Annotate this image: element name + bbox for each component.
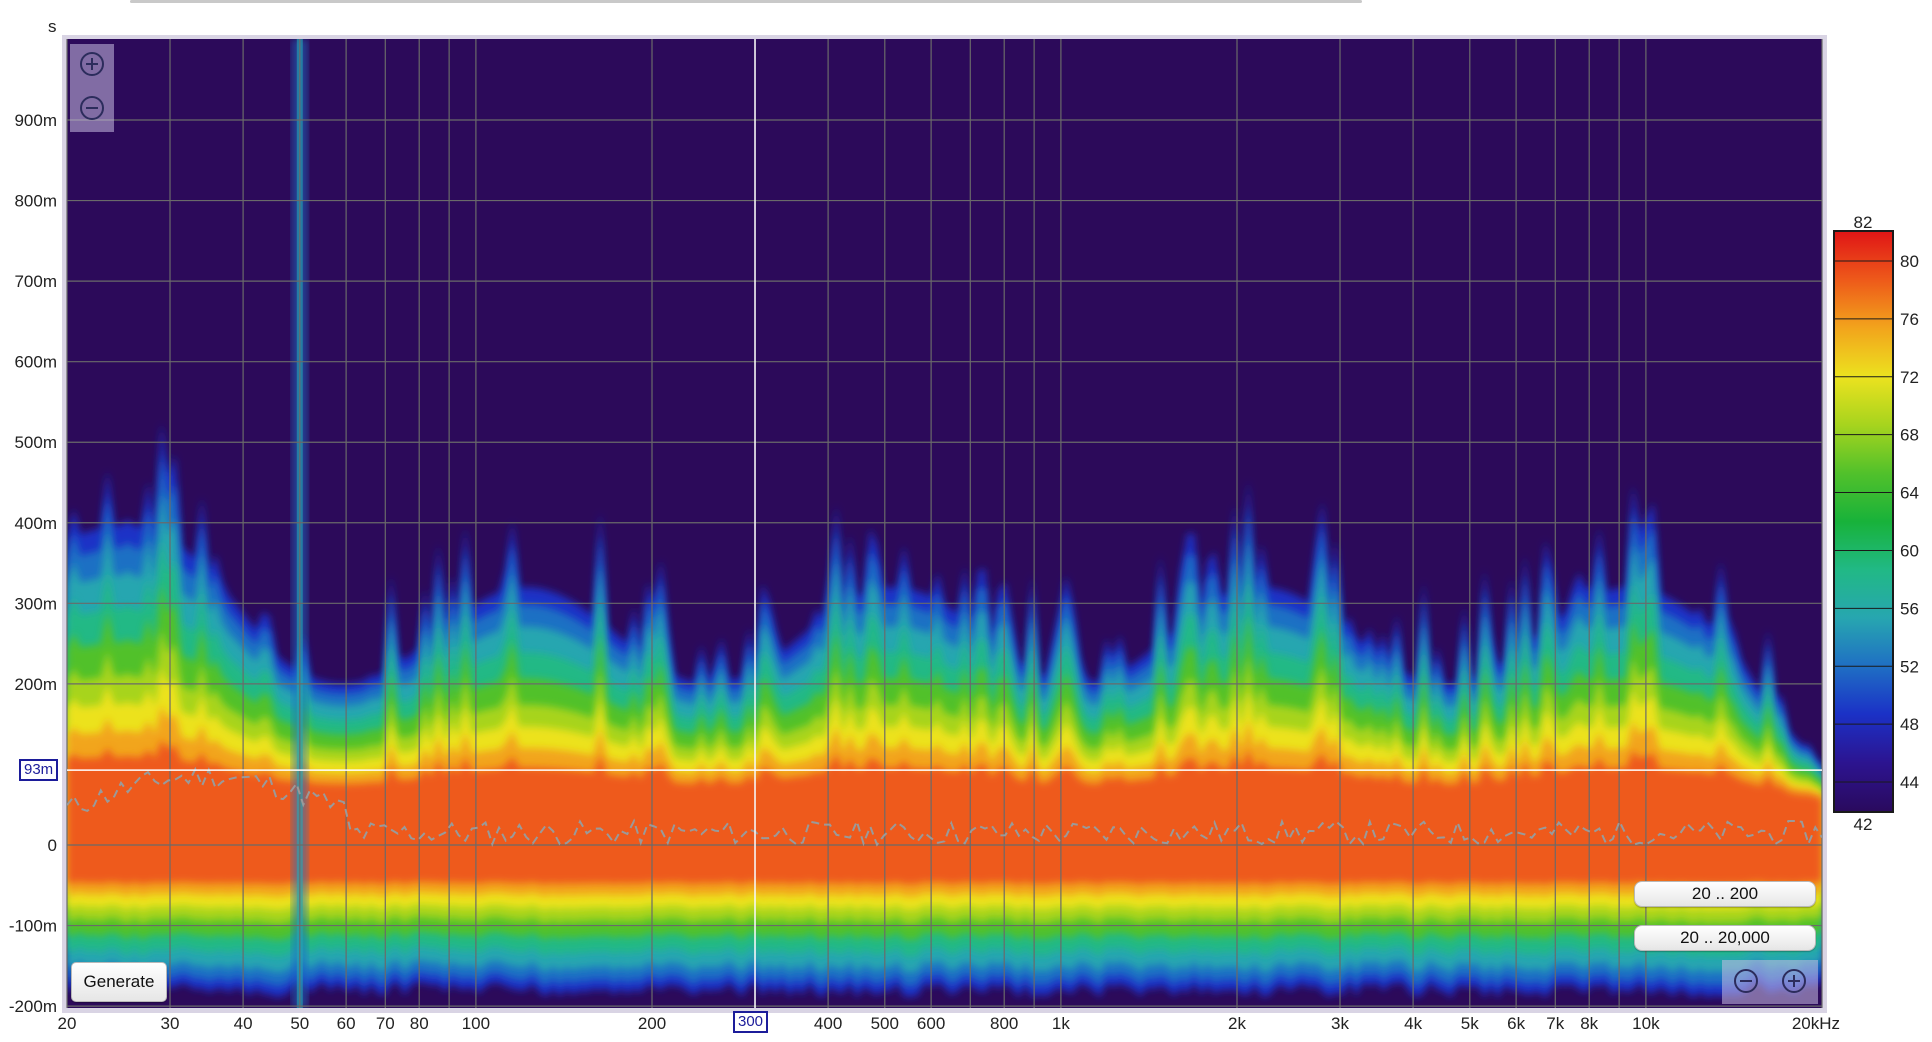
zoom-out-icon[interactable]	[78, 94, 106, 122]
x-tick-label: 7k	[1546, 1014, 1564, 1033]
x-tick-label: 600	[917, 1014, 945, 1033]
y-tick-label: 900m	[14, 111, 57, 130]
x-tick-label: 20	[58, 1014, 77, 1033]
y-tick-label: 300m	[14, 594, 57, 613]
colorbar-tick-label: 48	[1900, 715, 1919, 734]
cursor-frequency-readout: 300	[733, 1011, 769, 1033]
x-tick-label: 10k	[1632, 1014, 1660, 1033]
y-tick-label: 0	[48, 836, 57, 855]
y-tick-label: 800m	[14, 192, 57, 211]
x-tick-label: 4k	[1404, 1014, 1422, 1033]
x-tick-label: 400	[814, 1014, 842, 1033]
zoom-out-horizontal-icon[interactable]	[1732, 967, 1760, 995]
x-axis-tick-labels: 20 30 40 50 60 70 80 100 200 400 500 600 800 1k 2k 3k 4k…	[58, 1014, 1840, 1033]
x-tick-label: 500	[871, 1014, 899, 1033]
colorbar-tick-label: 60	[1900, 541, 1919, 560]
colorbar-tick-label: 52	[1900, 657, 1919, 676]
y-tick-label: 700m	[14, 272, 57, 291]
colorbar-tick-label: 44	[1900, 773, 1919, 792]
y-tick-label: -200m	[9, 997, 57, 1016]
y-tick-label: -100m	[9, 917, 57, 936]
colorbar-tick-label: 56	[1900, 599, 1919, 618]
range-20-20000-button[interactable]: 20 .. 20,000	[1634, 925, 1816, 951]
colorbar-tick-label: 64	[1900, 484, 1919, 503]
cursor-time-readout: 93m	[19, 759, 59, 781]
zoom-in-icon[interactable]	[78, 50, 106, 78]
x-tick-label: 3k	[1331, 1014, 1349, 1033]
colorbar-tick-label: 68	[1900, 426, 1919, 445]
y-tick-label: 600m	[14, 353, 57, 372]
colorbar-tick-label: 76	[1900, 310, 1919, 329]
x-tick-label: 40	[234, 1014, 253, 1033]
colorbar-tick-label: 72	[1900, 368, 1919, 387]
y-tick-label: 500m	[14, 433, 57, 452]
x-tick-label: 5k	[1461, 1014, 1479, 1033]
generate-button[interactable]: Generate	[71, 962, 167, 1002]
colorbar-tick-label: 80	[1900, 252, 1919, 271]
y-axis-unit-label: s	[48, 17, 57, 36]
x-tick-label: 800	[990, 1014, 1018, 1033]
x-tick-label: 100	[462, 1014, 490, 1033]
range-20-200-button[interactable]: 20 .. 200	[1634, 881, 1816, 907]
x-tick-label: 200	[638, 1014, 666, 1033]
zoom-in-horizontal-icon[interactable]	[1780, 967, 1808, 995]
x-tick-label: 8k	[1580, 1014, 1598, 1033]
x-tick-label: 30	[161, 1014, 180, 1033]
y-tick-label: 200m	[14, 675, 57, 694]
x-tick-label: 20kHz	[1792, 1014, 1840, 1033]
x-tick-label: 70	[376, 1014, 395, 1033]
x-tick-label: 60	[337, 1014, 356, 1033]
x-tick-label: 1k	[1052, 1014, 1070, 1033]
x-tick-label: 50	[290, 1014, 309, 1033]
x-tick-label: 80	[410, 1014, 429, 1033]
colorbar-min-label: 42	[1854, 815, 1873, 834]
y-axis-tick-labels: 900m 800m 700m 600m 500m 400m 300m 200m -100m 0 -2…	[9, 111, 57, 1016]
y-tick-label: 400m	[14, 514, 57, 533]
x-tick-label: 2k	[1228, 1014, 1246, 1033]
colorbar-max-label: 82	[1854, 213, 1873, 232]
x-tick-label: 6k	[1507, 1014, 1525, 1033]
